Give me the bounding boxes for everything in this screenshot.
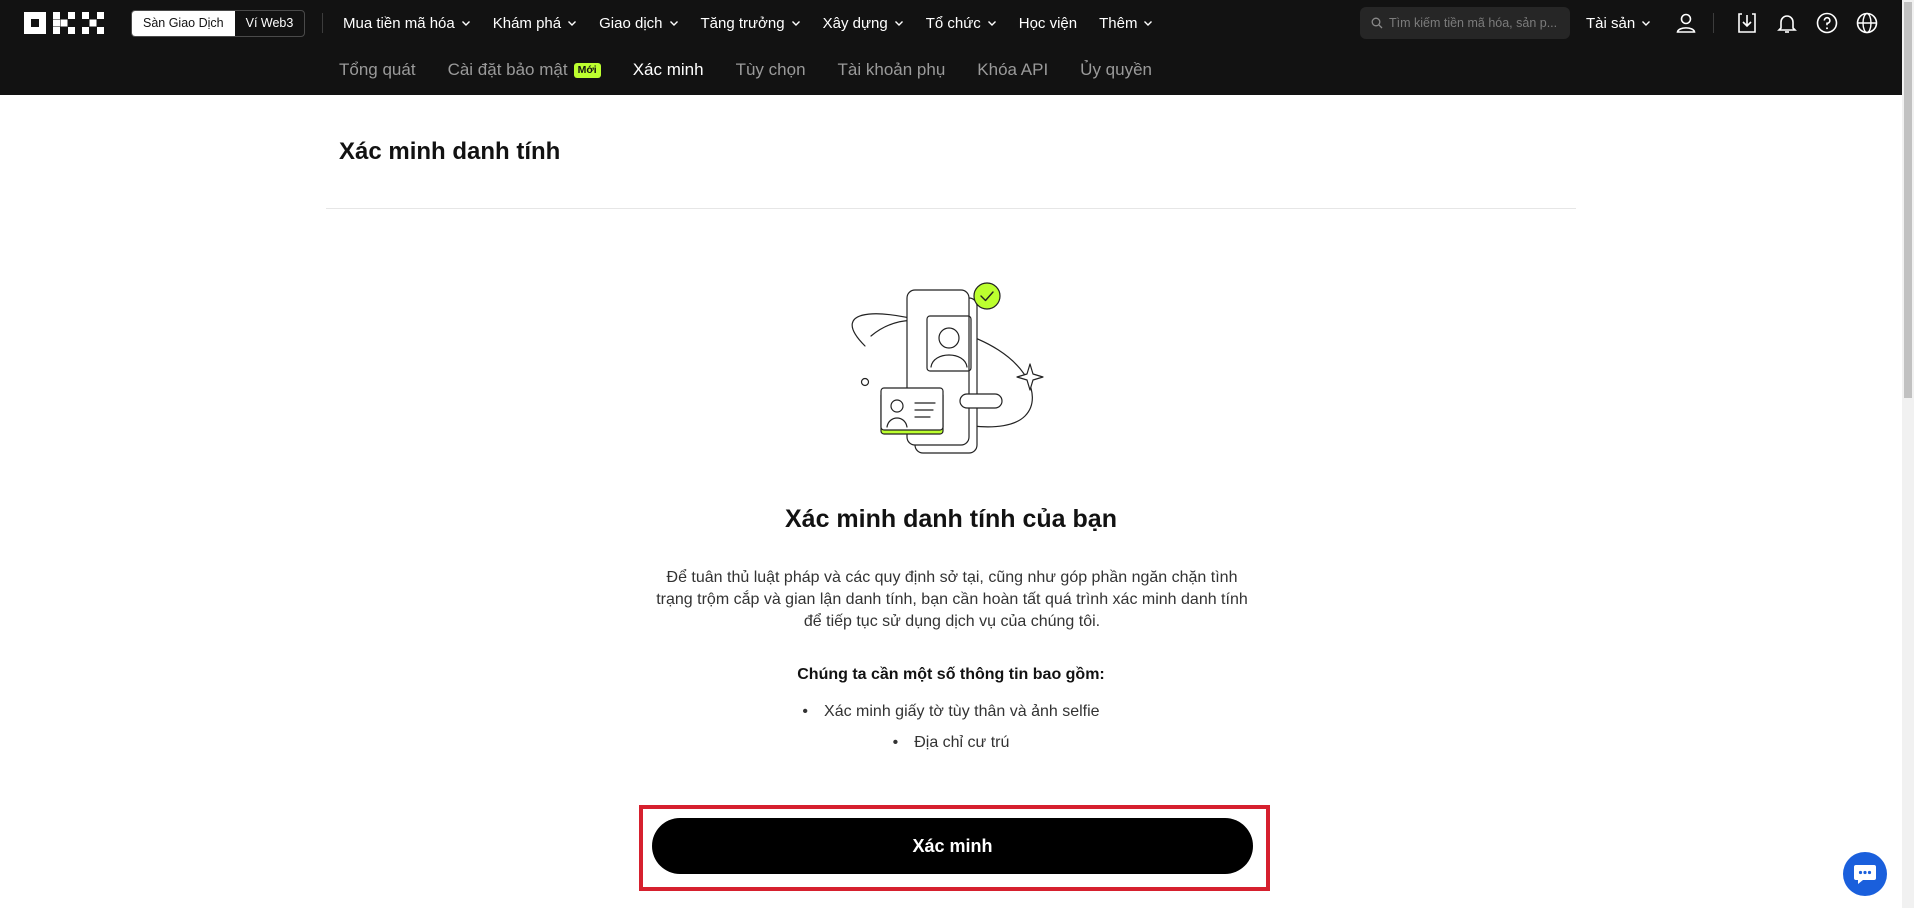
tab-sub-accounts[interactable]: Tài khoản phụ bbox=[838, 60, 946, 80]
tab-label: Ủy quyền bbox=[1080, 60, 1152, 79]
nav-label: Học viện bbox=[1018, 14, 1078, 32]
nav-label: Khám phá bbox=[492, 14, 562, 32]
okx-logo[interactable] bbox=[24, 12, 104, 34]
chevron-down-icon bbox=[568, 21, 577, 26]
tab-label: Tùy chọn bbox=[735, 60, 806, 79]
assets-menu[interactable]: Tài sản bbox=[1586, 0, 1651, 46]
chevron-down-icon bbox=[791, 21, 800, 26]
page-title: Xác minh danh tính bbox=[339, 138, 561, 165]
tab-authorizations[interactable]: Ủy quyền bbox=[1080, 60, 1152, 80]
help-icon[interactable] bbox=[1815, 11, 1839, 35]
nav-label: Mua tiền mã hóa bbox=[343, 14, 455, 32]
chevron-down-icon bbox=[461, 21, 470, 26]
main-nav: Mua tiền mã hóa Khám phá Giao dịch Tăng … bbox=[343, 0, 1175, 46]
account-subnav: Tổng quát Cài đặt bảo mật Mới Xác minh Tù… bbox=[339, 60, 1184, 80]
nav-label: Thêm bbox=[1099, 14, 1138, 32]
verify-description: Để tuân thủ luật pháp và các quy định sở… bbox=[656, 569, 1248, 630]
web3-wallet-tab[interactable]: Ví Web3 bbox=[235, 11, 305, 36]
divider bbox=[322, 13, 323, 33]
list-item: Địa chỉ cư trú bbox=[0, 727, 1902, 758]
verify-heading: Xác minh danh tính của bạn bbox=[785, 505, 1117, 533]
verify-button[interactable]: Xác minh bbox=[652, 818, 1253, 874]
nav-discover[interactable]: Khám phá bbox=[493, 15, 577, 32]
nav-buy-crypto[interactable]: Mua tiền mã hóa bbox=[343, 15, 471, 32]
download-icon[interactable] bbox=[1735, 11, 1759, 35]
chevron-down-icon bbox=[669, 21, 678, 26]
scrollbar-thumb[interactable] bbox=[1904, 2, 1912, 398]
chevron-down-icon bbox=[1144, 21, 1153, 26]
tab-label: Xác minh bbox=[632, 60, 704, 79]
nav-label: Tổ chức bbox=[925, 14, 981, 32]
bell-icon[interactable] bbox=[1775, 11, 1799, 35]
nav-academy[interactable]: Học viện bbox=[1019, 15, 1077, 32]
nav-trade[interactable]: Giao dịch bbox=[599, 15, 678, 32]
nav-label: Giao dịch bbox=[599, 14, 663, 32]
chat-button[interactable] bbox=[1843, 852, 1887, 896]
identity-verification-illustration bbox=[845, 276, 1060, 456]
chevron-down-icon bbox=[1642, 21, 1651, 26]
nav-grow[interactable]: Tăng trưởng bbox=[701, 15, 801, 32]
exchange-web3-switch: Sàn Giao Dịch Ví Web3 bbox=[131, 10, 306, 37]
assets-label: Tài sản bbox=[1586, 14, 1636, 32]
nav-institutional[interactable]: Tổ chức bbox=[926, 15, 997, 32]
id-card-phone-icon bbox=[851, 282, 1044, 454]
exchange-mode-tab[interactable]: Sàn Giao Dịch bbox=[132, 11, 235, 36]
requirements-title: Chúng ta cần một số thông tin bao gồm: bbox=[797, 666, 1105, 683]
divider bbox=[326, 208, 1576, 209]
tab-label: Cài đặt bảo mật bbox=[447, 60, 568, 79]
tab-label: Tài khoản phụ bbox=[837, 60, 946, 79]
nav-more[interactable]: Thêm bbox=[1099, 15, 1153, 32]
search-icon bbox=[1371, 17, 1383, 29]
chevron-down-icon bbox=[987, 21, 996, 26]
page: Sàn Giao Dịch Ví Web3 Mua tiền mã hóa Kh… bbox=[0, 0, 1914, 908]
tab-label: Khóa API bbox=[977, 60, 1049, 79]
search-box[interactable] bbox=[1360, 7, 1570, 39]
requirements-list: Xác minh giấy tờ tùy thân và ảnh selfie … bbox=[0, 696, 1902, 758]
search-input[interactable] bbox=[1389, 16, 1564, 30]
chat-icon bbox=[1854, 865, 1876, 884]
tab-label: Tổng quát bbox=[339, 60, 416, 79]
tab-security-settings[interactable]: Cài đặt bảo mật Mới bbox=[448, 60, 601, 80]
okx-logo-icon bbox=[24, 12, 104, 34]
tab-preferences[interactable]: Tùy chọn bbox=[736, 60, 806, 80]
nav-build[interactable]: Xây dựng bbox=[823, 15, 904, 32]
top-header: Sàn Giao Dịch Ví Web3 Mua tiền mã hóa Kh… bbox=[0, 0, 1902, 95]
new-badge: Mới bbox=[573, 62, 601, 78]
top-bar: Sàn Giao Dịch Ví Web3 Mua tiền mã hóa Kh… bbox=[0, 0, 1902, 46]
nav-label: Xây dựng bbox=[822, 14, 888, 32]
globe-icon[interactable] bbox=[1855, 11, 1879, 35]
chevron-down-icon bbox=[894, 21, 903, 26]
tab-api-keys[interactable]: Khóa API bbox=[977, 60, 1048, 80]
list-item: Xác minh giấy tờ tùy thân và ảnh selfie bbox=[0, 696, 1902, 727]
divider bbox=[1713, 13, 1714, 33]
tab-overview[interactable]: Tổng quát bbox=[339, 60, 416, 80]
tab-verification[interactable]: Xác minh bbox=[633, 60, 704, 80]
user-icon[interactable] bbox=[1674, 11, 1698, 35]
nav-label: Tăng trưởng bbox=[700, 14, 785, 32]
